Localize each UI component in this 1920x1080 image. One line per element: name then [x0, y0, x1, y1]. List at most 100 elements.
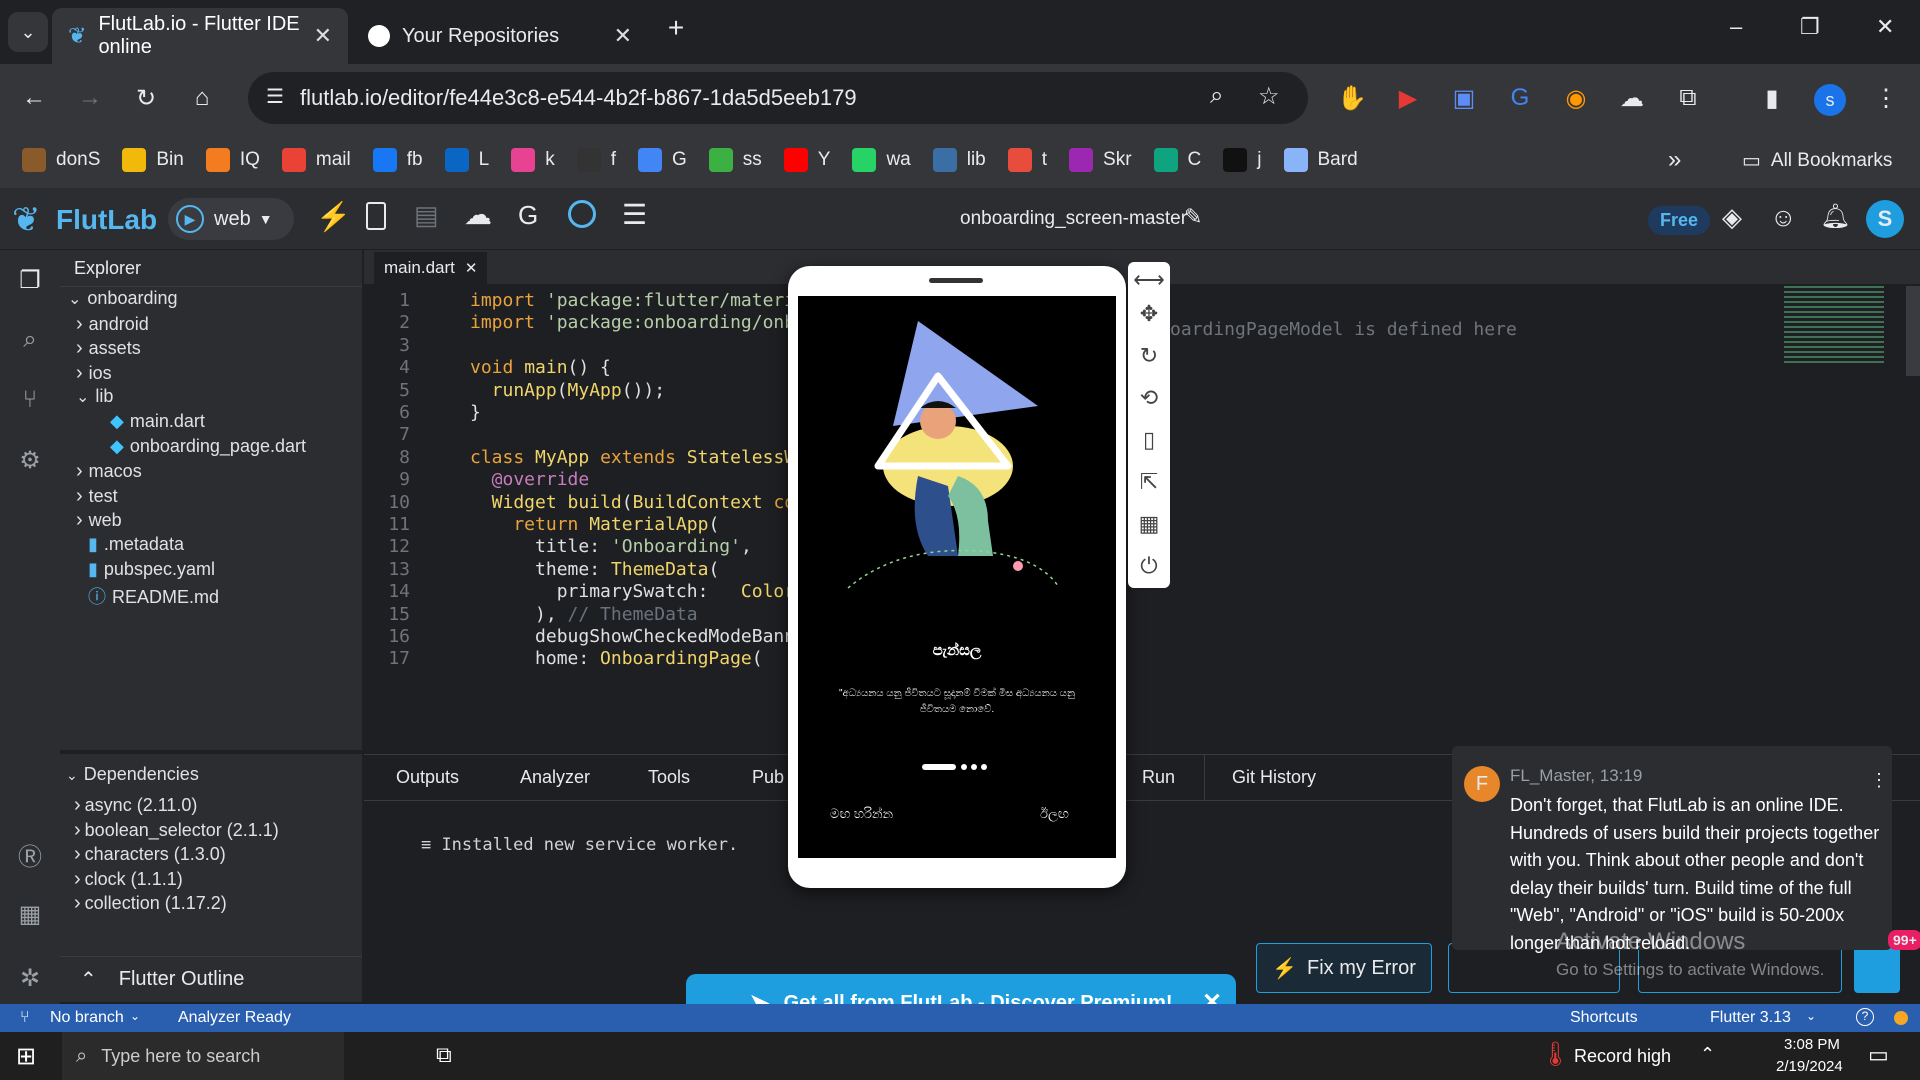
- minimize-button[interactable]: –: [1730, 14, 1742, 40]
- tab-search-chevron-icon[interactable]: ⌄: [8, 12, 48, 52]
- zoom-icon[interactable]: ⌕: [1210, 82, 1223, 110]
- bookmark-item[interactable]: t: [1007, 148, 1047, 172]
- tree-item[interactable]: › ios: [76, 362, 112, 385]
- editor-tab-main-dart[interactable]: main.dart ✕: [374, 252, 488, 284]
- dependency-item[interactable]: › clock (1.1.1): [74, 868, 183, 891]
- extensions-puzzle-icon[interactable]: ⧉: [1670, 80, 1706, 116]
- bookmark-item[interactable]: Skr: [1069, 148, 1132, 172]
- restore-button[interactable]: ❐: [1800, 14, 1820, 40]
- taskbar-search[interactable]: ⌕ Type here to search: [62, 1032, 344, 1080]
- dependency-item[interactable]: › collection (1.17.2): [74, 892, 227, 915]
- explorer-files-icon[interactable]: ❐: [14, 264, 46, 296]
- bookmark-item[interactable]: lib: [932, 148, 986, 172]
- tab-analyzer[interactable]: Analyzer: [520, 767, 590, 788]
- device-preview[interactable]: පැන්සල "අධ්‍යයනය යනු ජීවිතයට සූදානම් වීම…: [788, 266, 1126, 888]
- bookmark-item[interactable]: Y: [783, 148, 830, 172]
- flutter-version-selector[interactable]: Flutter 3.13: [1710, 1009, 1791, 1027]
- app-screen[interactable]: පැන්සල "අධ්‍යයනය යනු ජීවිතයට සූදානම් වීම…: [798, 296, 1116, 858]
- bookmark-item[interactable]: mail: [281, 148, 351, 172]
- refresh-icon[interactable]: ↻: [1128, 338, 1170, 374]
- tree-item[interactable]: ◆ main.dart: [84, 411, 205, 432]
- more-bookmarks-icon[interactable]: »: [1668, 146, 1681, 174]
- address-bar[interactable]: ☰ flutlab.io/editor/fe44e3c8-e544-4b2f-b…: [248, 72, 1308, 124]
- bookmark-item[interactable]: fb: [372, 148, 423, 172]
- reload-icon[interactable]: ↻: [128, 80, 164, 116]
- back-icon[interactable]: ←: [16, 80, 52, 116]
- bookmark-item[interactable]: wa: [852, 148, 911, 172]
- tree-item[interactable]: › web: [76, 509, 122, 532]
- bookmark-item[interactable]: ss: [708, 148, 762, 172]
- forward-icon[interactable]: →: [72, 80, 108, 116]
- home-icon[interactable]: ⌂: [184, 80, 220, 116]
- add-user-icon[interactable]: ☺: [1770, 202, 1797, 233]
- layers-icon[interactable]: ◈: [1722, 202, 1742, 233]
- cloud-extension-icon[interactable]: ☁: [1614, 80, 1650, 116]
- move-icon[interactable]: ✥: [1128, 296, 1170, 332]
- library-icon[interactable]: ▦: [14, 898, 46, 930]
- search-icon[interactable]: ⌕: [14, 324, 46, 356]
- tree-item[interactable]: ⌄ lib: [76, 386, 113, 407]
- close-tab-icon[interactable]: ✕: [614, 23, 632, 49]
- site-info-icon[interactable]: ☰: [266, 84, 284, 109]
- tree-item[interactable]: ◆ onboarding_page.dart: [84, 436, 306, 457]
- task-view-icon[interactable]: ⧉: [436, 1042, 452, 1068]
- minimap[interactable]: [1784, 286, 1884, 366]
- bookmark-item[interactable]: IQ: [205, 148, 260, 172]
- tab-github[interactable]: Your Repositories ✕: [352, 8, 648, 64]
- save-icon[interactable]: ▤: [414, 200, 439, 231]
- side-panel-icon[interactable]: ▮: [1754, 80, 1790, 116]
- notifications-icon[interactable]: ▭: [1868, 1042, 1889, 1068]
- tree-item[interactable]: ▮ .metadata: [76, 534, 184, 555]
- notifications-bell-icon[interactable]: 🔔︎: [1820, 202, 1850, 231]
- tray-chevron-up-icon[interactable]: ⌃: [1700, 1044, 1715, 1065]
- bookmark-item[interactable]: C: [1153, 148, 1201, 172]
- save-extension-icon[interactable]: ▣: [1446, 80, 1482, 116]
- new-tab-button[interactable]: +: [658, 12, 694, 48]
- adblock-extension-icon[interactable]: ✋: [1334, 80, 1370, 116]
- help-icon[interactable]: ?: [1856, 1008, 1874, 1026]
- tab-pub[interactable]: Pub: [752, 767, 784, 788]
- debug-bug-icon[interactable]: ✲: [14, 962, 46, 994]
- google-icon[interactable]: G: [518, 200, 538, 231]
- tab-tools[interactable]: Tools: [648, 767, 690, 788]
- dependency-item[interactable]: › boolean_selector (2.1.1): [74, 819, 279, 842]
- shortcuts-link[interactable]: Shortcuts: [1570, 1009, 1638, 1027]
- assets-icon[interactable]: Ⓡ: [14, 838, 46, 871]
- source-control-icon[interactable]: ⑂: [14, 384, 46, 416]
- fix-my-error-button[interactable]: ⚡ Fix my Error: [1256, 943, 1432, 993]
- all-bookmarks-button[interactable]: ▭ All Bookmarks: [1742, 148, 1892, 173]
- dependencies-header[interactable]: ⌄ Dependencies: [66, 764, 199, 785]
- plan-badge[interactable]: Free: [1648, 206, 1711, 235]
- rename-pencil-icon[interactable]: ✎: [1184, 204, 1202, 230]
- tree-item[interactable]: › macos: [76, 460, 142, 483]
- weather-label[interactable]: Record high: [1574, 1046, 1671, 1067]
- skip-button[interactable]: මඟ හරින්න: [830, 806, 893, 822]
- close-tab-icon[interactable]: ✕: [465, 259, 478, 277]
- tree-item[interactable]: ⓘ README.md: [76, 583, 219, 609]
- bookmark-item[interactable]: f: [576, 148, 616, 172]
- bookmark-item[interactable]: j: [1223, 148, 1262, 172]
- resize-horizontal-icon[interactable]: ⟷: [1128, 262, 1170, 298]
- next-button[interactable]: ඊලඟ: [1040, 806, 1069, 822]
- bookmark-item[interactable]: G: [637, 148, 687, 172]
- user-avatar[interactable]: S: [1866, 200, 1904, 238]
- tree-item[interactable]: ▮ pubspec.yaml: [76, 559, 215, 580]
- firebase-icon[interactable]: [568, 200, 596, 228]
- bookmark-item[interactable]: L: [444, 148, 489, 172]
- editor-scrollbar[interactable]: [1906, 286, 1920, 376]
- dependency-item[interactable]: › characters (1.3.0): [74, 843, 226, 866]
- bookmark-item[interactable]: Bard: [1283, 148, 1358, 172]
- windows-start-icon[interactable]: ⊞: [16, 1042, 36, 1071]
- tab-git-history[interactable]: Git History: [1232, 767, 1316, 788]
- menu-icon[interactable]: ☰: [622, 198, 647, 231]
- profile-avatar[interactable]: s: [1814, 84, 1846, 116]
- tree-item[interactable]: › assets: [76, 337, 141, 360]
- tree-item[interactable]: ⌄ onboarding: [68, 288, 178, 309]
- bookmark-item[interactable]: donS: [22, 148, 100, 172]
- chat-more-icon[interactable]: ⋮: [1870, 770, 1888, 791]
- color-extension-icon[interactable]: ◉: [1558, 80, 1594, 116]
- bookmark-item[interactable]: Bin: [122, 148, 184, 172]
- video-extension-icon[interactable]: ▶: [1390, 80, 1426, 116]
- tab-outputs[interactable]: Outputs: [396, 767, 459, 788]
- chrome-menu-icon[interactable]: ⋮: [1868, 80, 1904, 116]
